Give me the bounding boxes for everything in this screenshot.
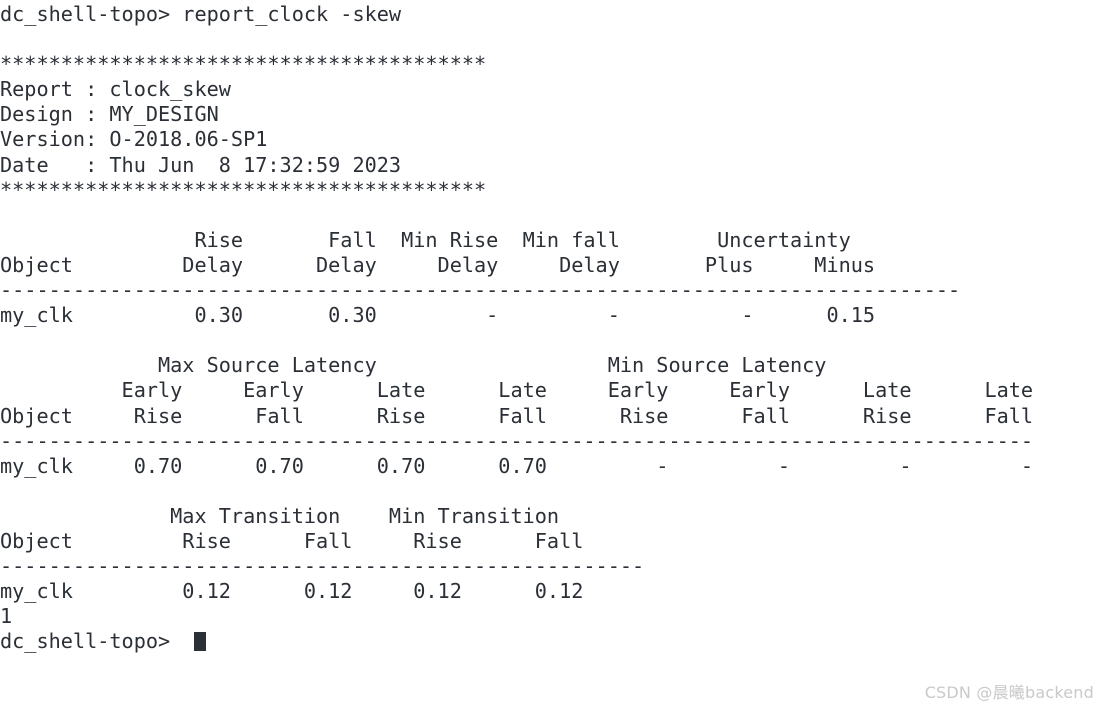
- csdn-watermark: CSDN @晨曦backend: [924, 683, 1094, 702]
- terminal-window[interactable]: dc_shell-topo> report_clock -skew ******…: [0, 0, 1106, 709]
- terminal-output-text: dc_shell-topo> report_clock -skew ******…: [0, 2, 1034, 654]
- terminal-cursor: [194, 632, 207, 651]
